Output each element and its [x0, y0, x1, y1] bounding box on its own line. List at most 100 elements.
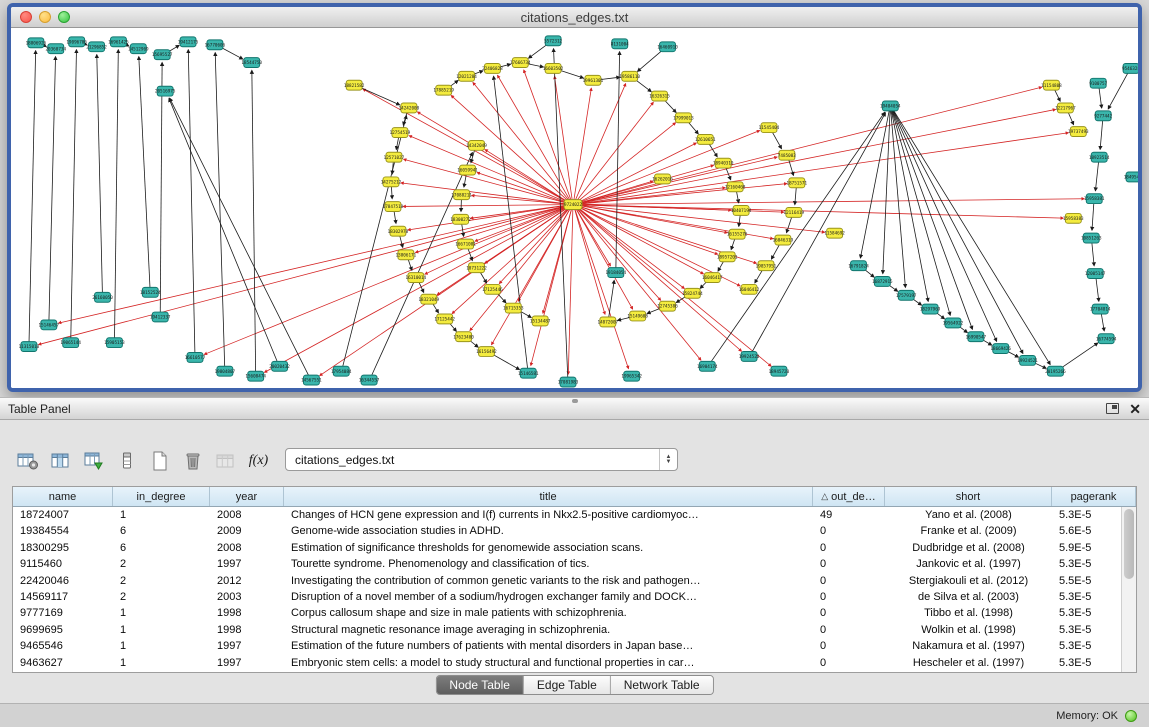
table-cell[interactable]: 1 [113, 605, 210, 621]
table-cell[interactable]: 18300295 [13, 540, 113, 556]
import-table-icon[interactable] [80, 448, 107, 474]
column-header-pagerank[interactable]: pagerank [1052, 487, 1136, 506]
table-row[interactable]: 946362711997Embryonic stem cells: a mode… [13, 655, 1136, 671]
table-row[interactable]: 946554611997Estimation of the future num… [13, 638, 1136, 654]
window-titlebar[interactable]: citations_edges.txt [11, 7, 1138, 28]
close-window-button[interactable] [20, 11, 32, 23]
table-row[interactable]: 1456911722003Disruption of a novel membe… [13, 589, 1136, 605]
table-cell[interactable]: 9463627 [13, 655, 113, 671]
table-cell[interactable]: 1998 [210, 622, 284, 638]
table-cell[interactable]: 2 [113, 589, 210, 605]
network-table-select[interactable]: citations_edges.txt ▲▼ [285, 448, 678, 471]
table-cell[interactable]: 2008 [210, 540, 284, 556]
table-cell[interactable]: Hescheler et al. (1997) [885, 655, 1052, 671]
table-cell[interactable]: 0 [813, 605, 885, 621]
table-cell[interactable]: Tibbo et al. (1998) [885, 605, 1052, 621]
table-cell[interactable]: 0 [813, 540, 885, 556]
column-icon[interactable] [113, 448, 140, 474]
table-cell[interactable]: Investigating the contribution of common… [284, 573, 813, 589]
table-cell[interactable]: Embryonic stem cells: a model to study s… [284, 655, 813, 671]
table-cell[interactable]: Genome-wide association studies in ADHD. [284, 523, 813, 539]
table-cell[interactable]: 19384554 [13, 523, 113, 539]
column-header-in_degree[interactable]: in_degree [113, 487, 210, 506]
close-panel-icon[interactable]: ✕ [1129, 402, 1141, 416]
table-row[interactable]: 2242004622012Investigating the contribut… [13, 573, 1136, 589]
table-cell[interactable]: Wolkin et al. (1998) [885, 622, 1052, 638]
table-cell[interactable]: Nakamura et al. (1997) [885, 638, 1052, 654]
table-cell[interactable]: 49 [813, 507, 885, 523]
table-cell[interactable]: Yano et al. (2008) [885, 507, 1052, 523]
tab-network-table[interactable]: Network Table [611, 676, 713, 694]
table-cell[interactable]: Dudbridge et al. (2008) [885, 540, 1052, 556]
tab-node-table[interactable]: Node Table [436, 676, 524, 694]
table-cell[interactable]: 1997 [210, 655, 284, 671]
table-cell[interactable]: Corpus callosum shape and size in male p… [284, 605, 813, 621]
table-cell[interactable]: 2003 [210, 589, 284, 605]
table-cell[interactable]: 14569117 [13, 589, 113, 605]
float-panel-icon[interactable] [1106, 403, 1119, 414]
column-header-out_de[interactable]: △out_de… [813, 487, 885, 506]
table-cell[interactable]: 9465546 [13, 638, 113, 654]
network-canvas-area[interactable]: 9724022178852191202128422406828176667341… [11, 29, 1138, 388]
table-cell[interactable]: Tourette syndrome. Phenomenology and cla… [284, 556, 813, 572]
column-header-short[interactable]: short [885, 487, 1052, 506]
table-cell[interactable]: 9115460 [13, 556, 113, 572]
table-cell[interactable]: 0 [813, 589, 885, 605]
function-builder-icon[interactable]: f(x) [245, 448, 272, 474]
table-vertical-scrollbar[interactable] [1121, 507, 1136, 672]
table-cell[interactable]: 6 [113, 540, 210, 556]
table-cell[interactable]: Disruption of a novel member of a sodium… [284, 589, 813, 605]
table-cell[interactable]: Changes of HCN gene expression and I(f) … [284, 507, 813, 523]
table-cell[interactable]: 0 [813, 573, 885, 589]
table-cell[interactable]: Estimation of significance thresholds fo… [284, 540, 813, 556]
table-settings-icon[interactable] [14, 448, 41, 474]
table-row[interactable]: 1872400712008Changes of HCN gene express… [13, 507, 1136, 523]
table-cell[interactable]: Stergiakouli et al. (2012) [885, 573, 1052, 589]
table-row[interactable]: 1830029562008Estimation of significance … [13, 540, 1136, 556]
table-cell[interactable]: de Silva et al. (2003) [885, 589, 1052, 605]
minimize-window-button[interactable] [39, 11, 51, 23]
table-cell[interactable]: Jankovic et al. (1997) [885, 556, 1052, 572]
column-header-year[interactable]: year [210, 487, 284, 506]
table-row[interactable]: 1938455462009Genome-wide association stu… [13, 523, 1136, 539]
table-cell[interactable]: 2 [113, 556, 210, 572]
table-row[interactable]: 911546021997Tourette syndrome. Phenomeno… [13, 556, 1136, 572]
table-cell[interactable]: 9699695 [13, 622, 113, 638]
column-header-title[interactable]: title [284, 487, 813, 506]
table-cell[interactable]: 2 [113, 573, 210, 589]
table-cell[interactable]: 0 [813, 523, 885, 539]
table-cell[interactable]: Structural magnetic resonance image aver… [284, 622, 813, 638]
delete-table-icon[interactable] [179, 448, 206, 474]
table-cell[interactable]: 1 [113, 507, 210, 523]
table-cell[interactable]: 0 [813, 622, 885, 638]
table-cell[interactable]: 18724007 [13, 507, 113, 523]
table-cell[interactable]: 0 [813, 638, 885, 654]
table-cell[interactable]: 2008 [210, 507, 284, 523]
table-cell[interactable]: Estimation of the future numbers of pati… [284, 638, 813, 654]
table-row[interactable]: 969969511998Structural magnetic resonanc… [13, 622, 1136, 638]
table-cell[interactable]: 1 [113, 655, 210, 671]
table-cell[interactable]: 9777169 [13, 605, 113, 621]
table-cell[interactable]: Franke et al. (2009) [885, 523, 1052, 539]
tab-edge-table[interactable]: Edge Table [524, 676, 611, 694]
scrollbar-thumb[interactable] [1124, 509, 1134, 579]
table-cell[interactable]: 1997 [210, 638, 284, 654]
merge-table-icon[interactable] [212, 448, 239, 474]
table-cell[interactable]: 1 [113, 622, 210, 638]
table-cell[interactable]: 1 [113, 638, 210, 654]
table-cell[interactable]: 22420046 [13, 573, 113, 589]
select-columns-icon[interactable] [47, 448, 74, 474]
table-row[interactable]: 977716911998Corpus callosum shape and si… [13, 605, 1136, 621]
column-header-name[interactable]: name [13, 487, 113, 506]
table-cell[interactable]: 0 [813, 556, 885, 572]
memory-status-label: Memory: OK [1056, 710, 1118, 722]
panel-resize-grip[interactable] [572, 399, 578, 403]
zoom-window-button[interactable] [58, 11, 70, 23]
table-cell[interactable]: 2012 [210, 573, 284, 589]
table-cell[interactable]: 6 [113, 523, 210, 539]
table-cell[interactable]: 0 [813, 655, 885, 671]
table-cell[interactable]: 1997 [210, 556, 284, 572]
table-cell[interactable]: 1998 [210, 605, 284, 621]
new-document-icon[interactable] [146, 448, 173, 474]
table-cell[interactable]: 2009 [210, 523, 284, 539]
